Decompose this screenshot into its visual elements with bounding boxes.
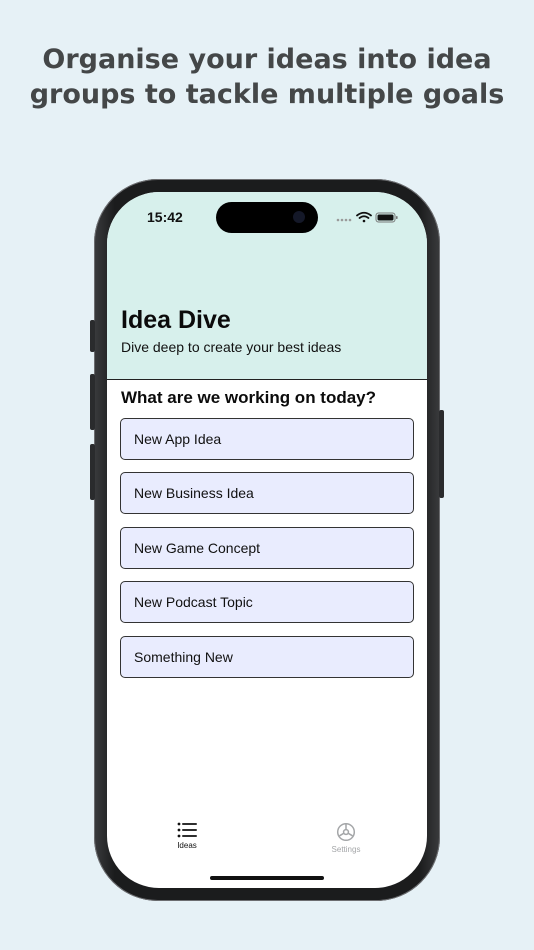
tab-settings-label: Settings <box>331 845 361 854</box>
app-header: 15:42 Idea Dive Dive deep to create your… <box>107 192 427 380</box>
battery-icon <box>375 212 398 223</box>
cellular-signal-icon <box>336 218 352 222</box>
status-time: 15:42 <box>147 209 183 225</box>
dynamic-island <box>216 202 318 233</box>
marketing-page: Organise your ideas into idea groups to … <box>0 0 534 950</box>
tab-bar: Ideas Settings <box>107 822 427 862</box>
app-subtitle: Dive deep to create your best ideas <box>121 339 342 355</box>
marketing-headline: Organise your ideas into idea groups to … <box>0 42 534 112</box>
app-title: Idea Dive <box>121 306 231 334</box>
idea-group-label: New Podcast Topic <box>134 594 253 611</box>
idea-group-label: Something New <box>134 648 233 665</box>
tab-settings[interactable]: Settings <box>306 822 386 854</box>
headline-line-2: groups to tackle multiple goals <box>29 79 505 110</box>
idea-group-list: New App Idea New Business Idea New Game … <box>120 418 414 690</box>
phone-screen: 15:42 Idea Dive Dive deep to create your… <box>107 192 427 888</box>
tab-ideas-label: Ideas <box>177 841 197 850</box>
volume-down-button <box>90 444 95 500</box>
tab-ideas[interactable]: Ideas <box>147 822 227 850</box>
idea-group-button-app[interactable]: New App Idea <box>120 418 414 460</box>
idea-group-label: New Business Idea <box>134 485 254 502</box>
idea-group-button-business[interactable]: New Business Idea <box>120 472 414 515</box>
home-indicator <box>210 876 324 880</box>
section-question: What are we working on today? <box>121 388 377 407</box>
headline-line-1: Organise your ideas into idea <box>42 44 492 75</box>
idea-group-label: New Game Concept <box>134 539 261 556</box>
idea-group-label: New App Idea <box>134 431 222 447</box>
idea-group-button-something-new[interactable]: Something New <box>120 635 414 678</box>
wifi-icon <box>356 211 372 223</box>
volume-up-button <box>90 374 95 430</box>
power-button <box>439 410 444 498</box>
idea-group-button-game[interactable]: New Game Concept <box>120 526 414 569</box>
status-indicators <box>336 210 398 224</box>
action-button <box>90 320 95 352</box>
idea-group-button-podcast[interactable]: New Podcast Topic <box>120 581 414 624</box>
camera-icon <box>293 211 305 223</box>
gear-icon <box>336 822 356 842</box>
list-icon <box>177 822 197 838</box>
